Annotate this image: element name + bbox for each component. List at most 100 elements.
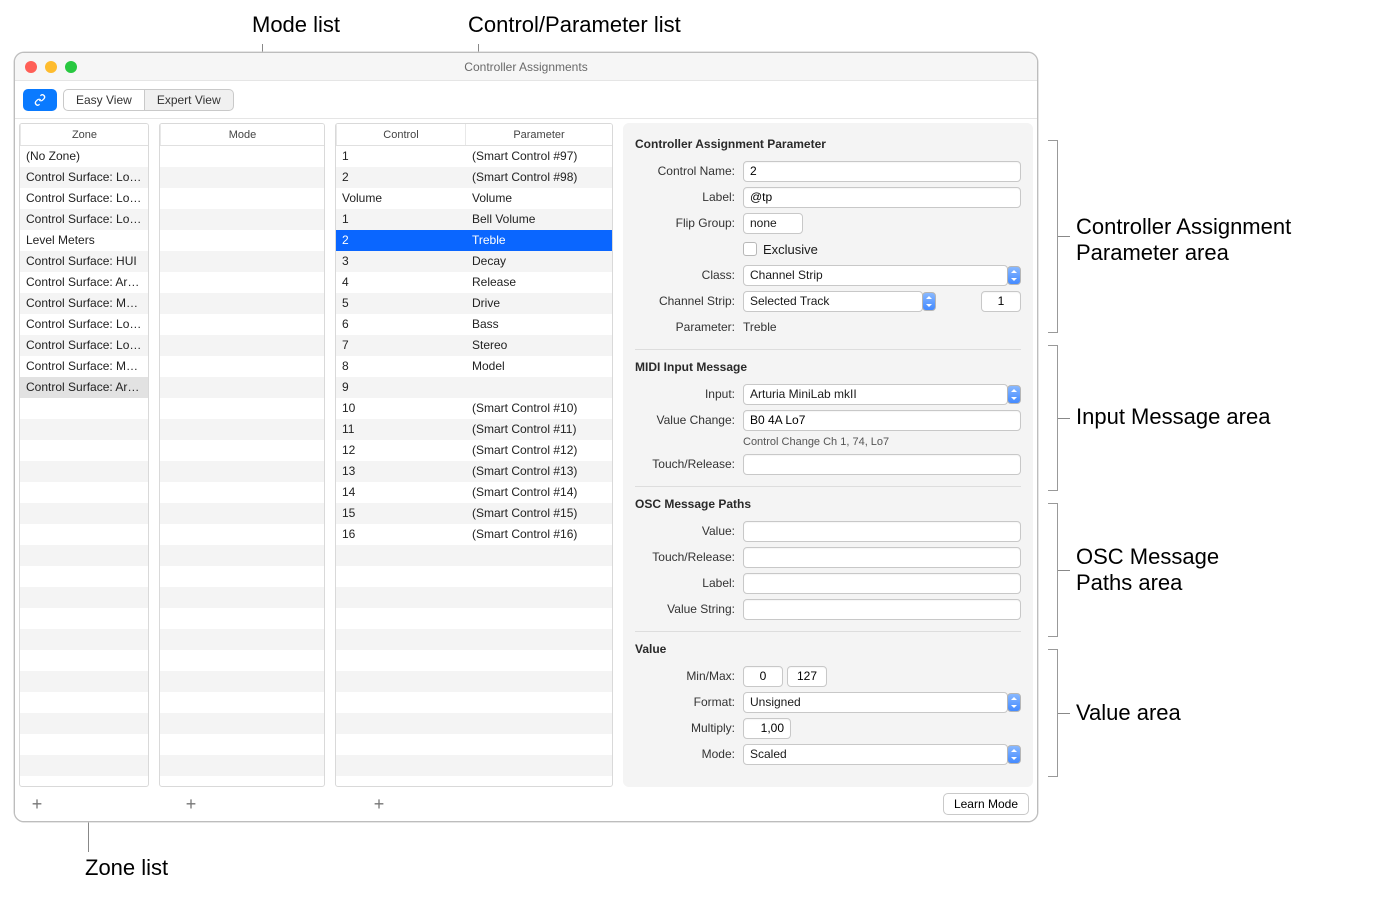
close-icon[interactable] (25, 61, 37, 73)
control-row[interactable]: 8Model (336, 356, 612, 377)
mode-row-empty (160, 482, 324, 503)
control-row[interactable]: 16(Smart Control #16) (336, 524, 612, 545)
control-row-empty (336, 629, 612, 650)
zone-row[interactable]: Control Surface: Log… (20, 209, 148, 230)
mode-row-empty (160, 398, 324, 419)
format-select[interactable]: Unsigned (743, 692, 1008, 713)
control-row[interactable]: 3Decay (336, 251, 612, 272)
control-row-empty (336, 692, 612, 713)
zone-row[interactable]: Control Surface: Ma… (20, 356, 148, 377)
zone-row[interactable]: Control Surface: HUI (20, 251, 148, 272)
controller-assignments-window: Controller Assignments Easy View Expert … (14, 52, 1038, 822)
control-row[interactable]: 15(Smart Control #15) (336, 503, 612, 524)
annotation-zone-list: Zone list (85, 855, 168, 881)
min-field[interactable] (743, 666, 783, 687)
control-row[interactable]: 2(Smart Control #98) (336, 167, 612, 188)
learn-mode-button[interactable]: Learn Mode (943, 793, 1029, 815)
add-control-button[interactable]: + (367, 794, 391, 814)
zone-row[interactable]: (No Zone) (20, 146, 148, 167)
osc-touch-release-field[interactable] (743, 547, 1021, 568)
label-label: Label: (635, 190, 735, 204)
zoom-icon[interactable] (65, 61, 77, 73)
control-cell: 14 (336, 482, 466, 503)
flip-group-select[interactable]: none (743, 213, 803, 234)
control-row[interactable]: 2Treble (336, 230, 612, 251)
annotation-input-area: Input Message area (1076, 404, 1270, 430)
value-change-field[interactable] (743, 410, 1021, 431)
midi-input-select[interactable]: Arturia MiniLab mkII (743, 384, 1008, 405)
osc-value-string-label: Value String: (635, 602, 735, 616)
channel-strip-select[interactable]: Selected Track (743, 291, 923, 312)
class-select[interactable]: Channel Strip (743, 265, 1008, 286)
control-row[interactable]: 10(Smart Control #10) (336, 398, 612, 419)
multiply-field[interactable] (743, 718, 791, 739)
parameter-cell: Bell Volume (466, 209, 612, 230)
easy-view-button[interactable]: Easy View (63, 89, 145, 111)
osc-value-field[interactable] (743, 521, 1021, 542)
add-mode-button[interactable]: + (179, 794, 203, 814)
control-row[interactable]: 1(Smart Control #97) (336, 146, 612, 167)
zone-row[interactable]: Control Surface: Log… (20, 167, 148, 188)
mode-row-empty (160, 377, 324, 398)
control-name-field[interactable] (743, 161, 1021, 182)
mode-row-empty (160, 146, 324, 167)
control-row[interactable]: 13(Smart Control #13) (336, 461, 612, 482)
parameter-cell: (Smart Control #13) (466, 461, 612, 482)
value-change-desc: Control Change Ch 1, 74, Lo7 (743, 434, 1021, 452)
control-cell: 13 (336, 461, 466, 482)
stepper-icon[interactable] (922, 292, 936, 311)
minimize-icon[interactable] (45, 61, 57, 73)
stepper-icon[interactable] (1007, 266, 1021, 285)
control-parameter-list: Control Parameter 1(Smart Control #97)2(… (335, 123, 613, 787)
zone-row-empty (20, 398, 148, 419)
zone-row[interactable]: Control Surface: Log… (20, 314, 148, 335)
mode-select[interactable]: Scaled (743, 744, 1008, 765)
toolbar: Easy View Expert View (15, 81, 1037, 119)
class-label: Class: (635, 268, 735, 282)
mode-row-empty (160, 167, 324, 188)
osc-label-field[interactable] (743, 573, 1021, 594)
touch-release-field[interactable] (743, 454, 1021, 475)
max-field[interactable] (787, 666, 827, 687)
control-row[interactable]: 11(Smart Control #11) (336, 419, 612, 440)
control-row[interactable]: 12(Smart Control #12) (336, 440, 612, 461)
channel-strip-number-field[interactable] (981, 291, 1021, 312)
zone-row[interactable]: Level Meters (20, 230, 148, 251)
channel-strip-label: Channel Strip: (635, 294, 735, 308)
add-zone-button[interactable]: + (25, 794, 49, 814)
parameter-cell (466, 377, 612, 398)
control-row[interactable]: 4Release (336, 272, 612, 293)
zone-row[interactable]: Control Surface: Ma… (20, 293, 148, 314)
label-field[interactable] (743, 187, 1021, 208)
stepper-icon[interactable] (1007, 385, 1021, 404)
mode-row-empty (160, 356, 324, 377)
mode-row-empty (160, 524, 324, 545)
zone-row[interactable]: Control Surface: Log… (20, 188, 148, 209)
osc-value-string-field[interactable] (743, 599, 1021, 620)
stepper-icon[interactable] (1007, 745, 1021, 764)
stepper-icon[interactable] (1007, 693, 1021, 712)
control-row[interactable]: 9 (336, 377, 612, 398)
parameter-cell: Model (466, 356, 612, 377)
zone-row[interactable]: Control Surface: Log… (20, 335, 148, 356)
control-row[interactable]: 14(Smart Control #14) (336, 482, 612, 503)
control-row[interactable]: VolumeVolume (336, 188, 612, 209)
control-cell: 1 (336, 146, 466, 167)
zone-row[interactable]: Control Surface: Art… (20, 272, 148, 293)
control-cell: 5 (336, 293, 466, 314)
expert-view-button[interactable]: Expert View (145, 89, 234, 111)
parameter-panel: Controller Assignment Parameter Control … (623, 123, 1033, 787)
control-row[interactable]: 6Bass (336, 314, 612, 335)
parameter-cell: Bass (466, 314, 612, 335)
control-row[interactable]: 5Drive (336, 293, 612, 314)
parameter-cell: (Smart Control #16) (466, 524, 612, 545)
zone-row-empty (20, 587, 148, 608)
exclusive-checkbox[interactable] (743, 242, 757, 256)
control-row[interactable]: 7Stereo (336, 335, 612, 356)
section-title-osc: OSC Message Paths (635, 497, 1021, 511)
control-cell: 16 (336, 524, 466, 545)
anno-line (1058, 570, 1070, 571)
zone-row[interactable]: Control Surface: Art… (20, 377, 148, 398)
control-row[interactable]: 1Bell Volume (336, 209, 612, 230)
link-button[interactable] (23, 89, 57, 111)
